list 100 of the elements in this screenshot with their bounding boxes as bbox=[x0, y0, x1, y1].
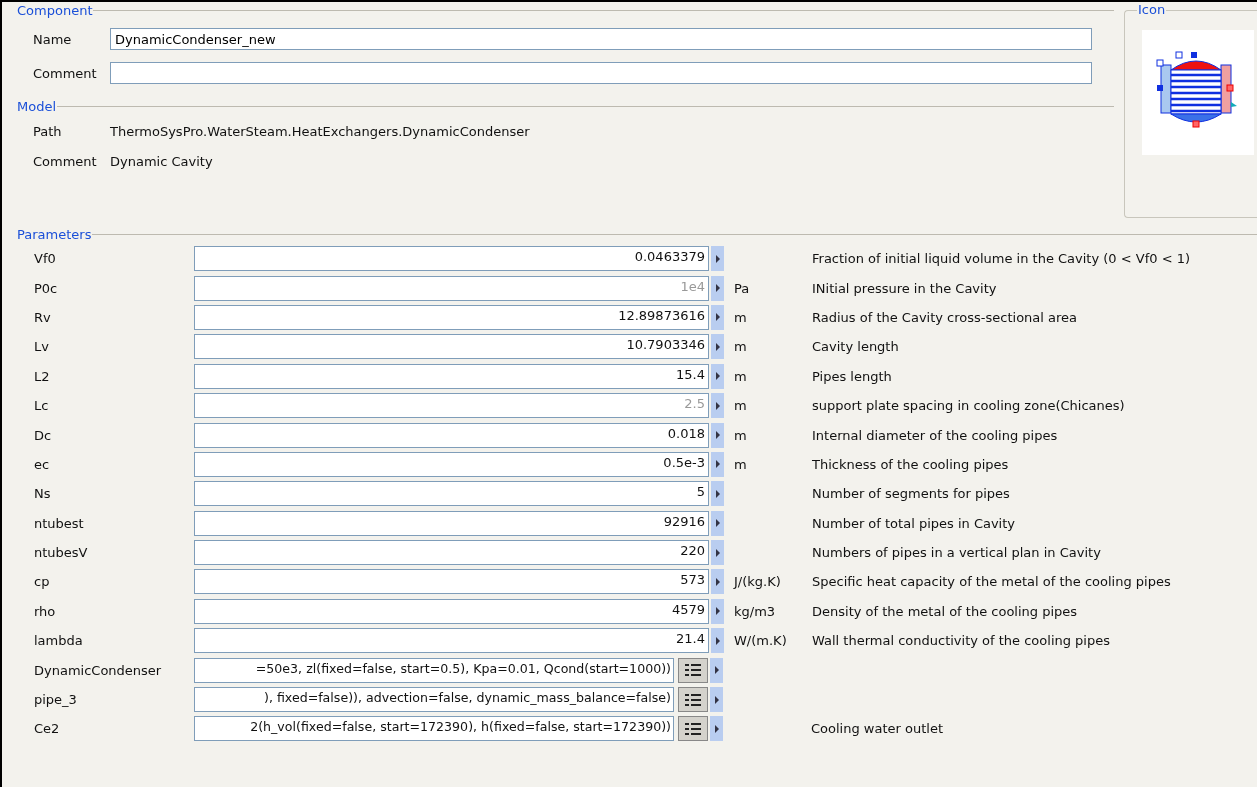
parameter-name: pipe_3 bbox=[33, 692, 78, 708]
value-field[interactable]: 12.89873616 bbox=[194, 304, 709, 330]
arrow-button[interactable] bbox=[711, 334, 724, 360]
parameter-description: Cavity length bbox=[812, 339, 899, 355]
parameter-description: Density of the metal of the cooling pipes bbox=[812, 603, 1078, 619]
arrow-button[interactable] bbox=[711, 540, 724, 566]
unit-text: m bbox=[734, 456, 747, 472]
parameter-name: Dc bbox=[33, 427, 53, 443]
field-label: Comment bbox=[32, 153, 98, 169]
arrow-button[interactable] bbox=[711, 481, 724, 507]
arrow-button[interactable] bbox=[711, 451, 724, 477]
value-field[interactable]: 92916 bbox=[194, 510, 709, 536]
caret-icon bbox=[713, 695, 720, 704]
value-field[interactable]: 5 bbox=[194, 481, 709, 507]
value-field[interactable]: 4579 bbox=[194, 598, 709, 624]
value-field[interactable]: 0.018 bbox=[194, 422, 709, 448]
list-button[interactable] bbox=[678, 687, 708, 713]
parameter-description: Thickness of the cooling pipes bbox=[812, 456, 1009, 472]
parameter-name: ntubest bbox=[33, 515, 85, 531]
comment-text: Dynamic Cavity bbox=[110, 153, 213, 169]
parameter-name: ntubesV bbox=[33, 545, 89, 561]
parameter-description: support plate spacing in cooling zone(Chicanes) bbox=[812, 398, 1125, 414]
arrow-button[interactable] bbox=[711, 422, 724, 448]
modifier-field[interactable]: ), fixed=false)), advection=false, dynamic_mass_balance=false) bbox=[194, 687, 674, 713]
list-icon bbox=[683, 692, 703, 707]
parameter-description: Wall thermal conductivity of the cooling pipes bbox=[812, 633, 1110, 649]
unit-text: J/(kg.K) bbox=[734, 574, 781, 590]
caret-icon bbox=[714, 401, 721, 410]
unit-text: m bbox=[734, 427, 747, 443]
parameter-description: Number of total pipes in Cavity bbox=[812, 515, 1016, 531]
caret-icon bbox=[714, 548, 721, 557]
list-icon bbox=[683, 663, 703, 678]
parameter-name: Ce2 bbox=[33, 721, 61, 737]
value-field[interactable]: 0.0463379 bbox=[194, 246, 709, 272]
section-title: Parameters bbox=[17, 226, 92, 242]
value-field[interactable]: 573 bbox=[194, 569, 709, 595]
value-field[interactable]: 15.4 bbox=[194, 363, 709, 389]
unit-text: W/(m.K) bbox=[734, 633, 787, 649]
parameter-description: Pipes length bbox=[812, 368, 892, 384]
parameter-description: Internal diameter of the cooling pipes bbox=[812, 427, 1058, 443]
parameter-description: Cooling water outlet bbox=[811, 721, 943, 737]
caret-icon bbox=[714, 519, 721, 528]
section-title: Icon bbox=[1137, 2, 1167, 17]
value-field[interactable]: 10.7903346 bbox=[194, 334, 709, 360]
parameter-name: Lc bbox=[33, 398, 50, 414]
caret-icon bbox=[714, 578, 721, 586]
modifier-field[interactable]: =50e3, zl(fixed=false, start=0.5), Kpa=0.01, Qcond(start=1000)) bbox=[194, 657, 674, 683]
parameter-name: L2 bbox=[33, 368, 51, 384]
list-icon bbox=[683, 721, 703, 736]
list-button[interactable] bbox=[678, 657, 708, 683]
parameter-name: Ns bbox=[33, 486, 52, 502]
parameter-description: Radius of the Cavity cross-sectional area bbox=[812, 309, 1078, 325]
caret-icon bbox=[713, 666, 720, 675]
path-text: ThermoSysPro.WaterSteam.HeatExchangers.DynamicCondenser bbox=[110, 123, 530, 139]
caret-icon bbox=[714, 460, 721, 469]
name-field[interactable]: DynamicCondenser_new bbox=[110, 28, 1092, 50]
parameter-description: INitial pressure in the Cavity bbox=[812, 280, 997, 296]
list-button[interactable] bbox=[678, 716, 708, 742]
caret-icon bbox=[714, 284, 721, 293]
arrow-button[interactable] bbox=[711, 393, 724, 419]
arrow-button[interactable] bbox=[711, 569, 724, 595]
parameter-description: Numbers of pipes in a vertical plan in Cavity bbox=[812, 545, 1101, 561]
parameter-name: rho bbox=[33, 603, 57, 619]
unit-text: m bbox=[734, 368, 747, 384]
arrow-button[interactable] bbox=[711, 363, 724, 389]
field-label: Name bbox=[32, 31, 73, 47]
arrow-button[interactable] bbox=[711, 304, 724, 330]
arrow-button[interactable] bbox=[710, 687, 723, 713]
arrow-button[interactable] bbox=[711, 598, 724, 624]
caret-icon bbox=[714, 636, 721, 645]
arrow-button[interactable] bbox=[710, 716, 723, 742]
caret-icon bbox=[714, 372, 721, 381]
arrow-button[interactable] bbox=[711, 628, 724, 654]
parameter-name: Lv bbox=[33, 339, 50, 355]
field-label: Comment bbox=[32, 65, 98, 81]
modifier-field[interactable]: 2(h_vol(fixed=false, start=172390), h(fixed=false, start=172390)) bbox=[194, 716, 674, 742]
section-title: Model bbox=[17, 98, 57, 114]
section-title: Component bbox=[17, 2, 93, 18]
parameter-description: Fraction of initial liquid volume in the Cavity (0 < Vf0 < 1) bbox=[812, 251, 1191, 267]
parameter-name: Vf0 bbox=[33, 251, 57, 267]
value-field[interactable]: 0.5e-3 bbox=[194, 451, 709, 477]
parameter-name: P0c bbox=[33, 280, 59, 296]
arrow-button[interactable] bbox=[711, 510, 724, 536]
arrow-button[interactable] bbox=[711, 275, 724, 301]
comment-field[interactable] bbox=[110, 62, 1092, 84]
caret-icon bbox=[714, 431, 721, 440]
parameter-name: DynamicCondenser bbox=[33, 662, 163, 678]
unit-text: m bbox=[734, 309, 747, 325]
unit-text: m bbox=[734, 398, 747, 414]
unit-text: kg/m3 bbox=[734, 603, 776, 619]
parameter-name: lambda bbox=[33, 633, 84, 649]
arrow-button[interactable] bbox=[710, 657, 723, 683]
value-field[interactable]: 220 bbox=[194, 540, 709, 566]
arrow-button[interactable] bbox=[711, 246, 724, 272]
parameter-description: Specific heat capacity of the metal of the cooling pipes bbox=[812, 574, 1171, 590]
field-label: Path bbox=[32, 123, 63, 139]
caret-icon bbox=[713, 724, 720, 733]
value-field[interactable]: 21.4 bbox=[194, 628, 709, 654]
unit-text: Pa bbox=[734, 280, 750, 296]
parameter-name: Rv bbox=[33, 309, 52, 325]
